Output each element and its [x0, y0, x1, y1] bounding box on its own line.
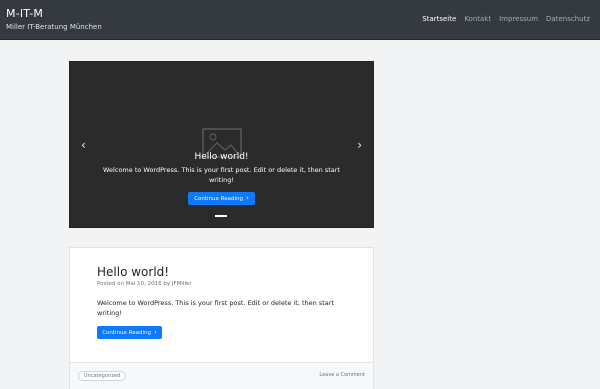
slide-text: Welcome to WordPress. This is your first… [103, 166, 340, 184]
post-footer: Uncategorized Leave a Comment [70, 362, 373, 389]
leave-comment-link[interactable]: Leave a Comment [319, 372, 365, 378]
post-card: Hello world! Posted on Mai 10, 2016 by J… [69, 247, 374, 389]
post-date[interactable]: Mai 10, 2016 [126, 281, 162, 287]
nav-item-impressum[interactable]: Impressum [499, 15, 538, 23]
post-meta: Posted on Mai 10, 2016 by JFMiller [97, 281, 192, 287]
chevron-right-icon: › [154, 328, 157, 336]
site-tagline: Miller IT-Beratung München [6, 23, 102, 31]
post-continue-reading-button[interactable]: Continue Reading › [97, 326, 162, 339]
post-excerpt: Welcome to WordPress. This is your first… [97, 299, 334, 317]
post-author[interactable]: JFMiller [172, 281, 192, 287]
category-badge[interactable]: Uncategorized [78, 371, 127, 381]
carousel-indicator[interactable] [215, 215, 227, 217]
post-button-label: Continue Reading [102, 329, 151, 336]
carousel-prev-icon[interactable]: ‹ [81, 139, 86, 151]
site-header: M-IT-M Miller IT-Beratung München Starts… [0, 0, 600, 40]
carousel-next-icon[interactable]: › [357, 139, 362, 151]
post-title[interactable]: Hello world! [97, 265, 169, 279]
slide-continue-reading-button[interactable]: Continue Reading › [188, 192, 255, 205]
post-meta-prefix: Posted on [97, 281, 124, 287]
chevron-right-icon: › [246, 194, 249, 202]
nav-item-kontakt[interactable]: Kontakt [464, 15, 491, 23]
hero-carousel: ‹ › Hello world! Welcome to WordPress. T… [69, 61, 374, 228]
nav-item-startseite[interactable]: Startseite [422, 15, 456, 23]
nav-item-datenschutz[interactable]: Datenschutz [546, 15, 590, 23]
slide-button-label: Continue Reading [194, 195, 243, 202]
main-nav: Startseite Kontakt Impressum Datenschutz [422, 15, 590, 23]
slide-title: Hello world! [194, 152, 249, 162]
site-title[interactable]: M-IT-M [6, 7, 43, 20]
post-meta-by: by [163, 281, 171, 287]
